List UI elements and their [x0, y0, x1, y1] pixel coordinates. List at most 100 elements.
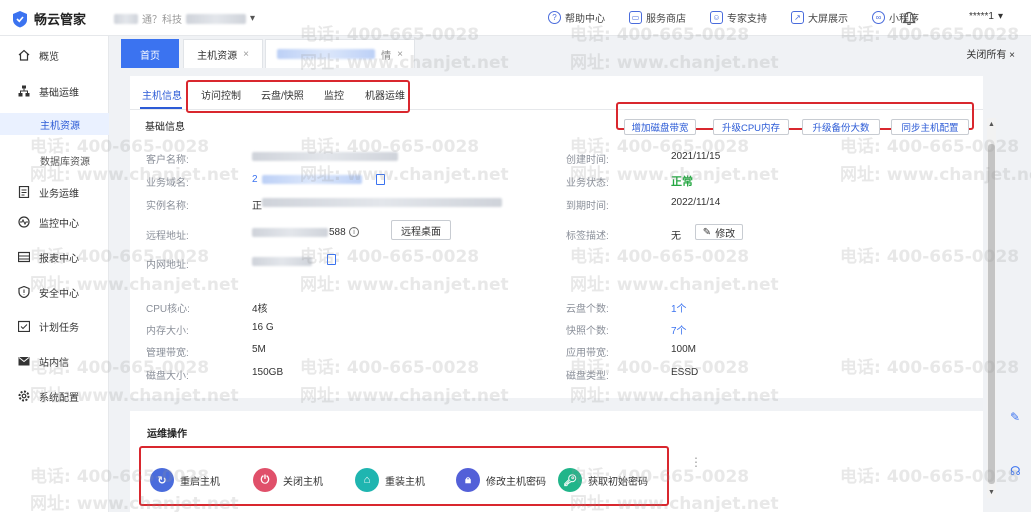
field-label: 内网地址: [146, 260, 189, 271]
more-icon[interactable]: ⋮ [690, 456, 702, 468]
tab-label: 首页 [140, 50, 160, 62]
sidebar-item-label: 站内信 [39, 357, 69, 369]
feedback-edit-icon[interactable]: ✎ [1010, 410, 1024, 424]
field-label: 磁盘类型: [566, 371, 609, 382]
close-icon: × [1009, 50, 1015, 61]
chevron-down-icon: ▾ [250, 13, 256, 24]
sidebar-item-basic-ops[interactable]: 基础运维 [0, 80, 109, 102]
op-label: 重装主机 [385, 476, 425, 488]
sidebar-item-reports[interactable]: 报表中心 [0, 246, 109, 268]
field-label: 创建时间: [566, 155, 609, 166]
scroll-down-icon[interactable]: ▼ [987, 489, 996, 496]
miniprogram-icon: ∞ [872, 11, 885, 24]
sidebar-subitem-db-resources[interactable]: 数据库资源 [0, 149, 109, 171]
edit-tags-button[interactable]: ✎ 修改 [695, 224, 743, 240]
subtab-host-info[interactable]: 主机信息 [142, 87, 182, 102]
change-password-button[interactable]: 🔒︎ 修改主机密码 [456, 468, 546, 492]
headset-icon[interactable]: ☊ [1010, 464, 1024, 478]
user-menu[interactable]: *****1 ▾ [969, 11, 1003, 22]
tab-home[interactable]: 首页 [121, 39, 179, 68]
section-title-basic-info: 基础信息 [145, 122, 185, 133]
store-icon: ▭ [629, 11, 642, 24]
sidebar-item-security[interactable]: 安全中心 [0, 281, 109, 303]
top-nav: ? 帮助中心 ▭ 服务商店 ☺ 专家支持 ↗ 大屏展示 ∞ 小程序 [548, 10, 919, 25]
upgrade-backup-button[interactable]: 升级备份大数 [802, 119, 880, 135]
topnav-expert[interactable]: ☺ 专家支持 [710, 10, 767, 25]
app-logo[interactable]: 畅云管家 [12, 9, 86, 28]
section-title-operations: 运维操作 [147, 429, 187, 440]
sidebar-item-label: 报表中心 [39, 253, 79, 265]
sidebar-item-label: 业务运维 [39, 188, 79, 200]
server-icon [18, 85, 30, 97]
restart-host-button[interactable]: ↻ 重启主机 [150, 468, 220, 492]
op-label: 关闭主机 [283, 476, 323, 488]
field-label: 内存大小: [146, 326, 189, 337]
sidebar-item-monitor[interactable]: 监控中心 [0, 211, 109, 233]
copy-icon[interactable] [376, 174, 385, 185]
disk-count-value[interactable]: 1个 [671, 300, 687, 315]
topnav-label: 大屏展示 [808, 14, 848, 25]
page-tabs: 首页 主机资源 × 情 × 关闭所有 × [110, 36, 1031, 68]
copy-icon[interactable] [327, 254, 336, 265]
scroll-up-icon[interactable]: ▲ [987, 121, 996, 128]
op-label: 修改主机密码 [486, 476, 546, 488]
sync-host-config-button[interactable]: 同步主机配置 [891, 119, 969, 135]
remote-desktop-button[interactable]: 远程桌面 [391, 220, 451, 240]
bell-icon[interactable] [902, 11, 916, 26]
key-icon: 🔑︎ [558, 468, 582, 492]
app-title: 畅云管家 [34, 12, 87, 27]
close-all-label: 关闭所有 [966, 50, 1007, 61]
operations-panel: 运维操作 ↻ 重启主机 ⏻ 关闭主机 ⌂ 重装主机 🔒︎ 修改主机密码 🔑︎ 获… [130, 411, 983, 512]
mail-icon [18, 355, 30, 367]
sidebar-item-biz-ops[interactable]: 业务运维 [0, 181, 109, 203]
calendar-icon [18, 320, 30, 332]
created-time-value: 2021/11/15 [671, 151, 721, 162]
company-selector[interactable]: 通？科技 ▾ [114, 11, 255, 26]
topnav-label: 帮助中心 [565, 14, 605, 25]
sidebar-item-overview[interactable]: 概览 [0, 44, 109, 66]
field-label: 到期时间: [566, 201, 609, 212]
topnav-help[interactable]: ? 帮助中心 [548, 10, 605, 25]
cpu-cores-value: 4核 [252, 304, 268, 315]
business-domain-value[interactable]: 2 [252, 174, 258, 185]
info-icon[interactable]: i [349, 227, 359, 237]
sidebar-item-inbox[interactable]: 站内信 [0, 350, 109, 372]
expert-icon: ☺ [710, 11, 723, 24]
add-disk-bandwidth-button[interactable]: 增加磁盘带宽 [624, 119, 696, 135]
topnav-dashboard[interactable]: ↗ 大屏展示 [791, 10, 848, 25]
get-initial-password-button[interactable]: 🔑︎ 获取初始密码 [558, 468, 648, 492]
memory-size-value: 16 G [252, 322, 274, 333]
field-label: 云盘个数: [566, 304, 609, 315]
remote-address-value: 588 [329, 227, 346, 238]
highlight-box-subtabs [186, 80, 410, 113]
tab-host-resources[interactable]: 主机资源 × [183, 39, 263, 68]
company-name: 通？科技 [142, 15, 182, 26]
instance-name-value: 正 [252, 201, 262, 212]
upgrade-cpu-memory-button[interactable]: 升级CPU内存 [713, 119, 789, 135]
close-all-tabs[interactable]: 关闭所有 × [966, 46, 1015, 61]
shutdown-host-button[interactable]: ⏻ 关闭主机 [253, 468, 323, 492]
topnav-store[interactable]: ▭ 服务商店 [629, 10, 686, 25]
field-label: 磁盘大小: [146, 371, 189, 382]
reinstall-icon: ⌂ [355, 468, 379, 492]
snapshot-count-value[interactable]: 7个 [671, 322, 687, 337]
field-label: 实例名称: [146, 201, 189, 212]
close-icon[interactable]: × [397, 49, 403, 60]
reinstall-host-button[interactable]: ⌂ 重装主机 [355, 468, 425, 492]
gear-icon [18, 390, 30, 402]
sidebar-item-scheduled-tasks[interactable]: 计划任务 [0, 315, 109, 337]
host-info-panel: 主机信息 访问控制 云盘/快照 监控 机器运维 基础信息 增加磁盘带宽 升级CP… [130, 76, 983, 398]
close-icon[interactable]: × [243, 49, 249, 60]
scrollbar-thumb[interactable] [988, 144, 995, 484]
tab-label: 情 [381, 50, 392, 62]
op-label: 获取初始密码 [588, 476, 648, 488]
sidebar-subitem-host-resources[interactable]: 主机资源 [0, 113, 109, 135]
disk-size-value: 150GB [252, 367, 284, 378]
tab-host-detail[interactable]: 情 × [265, 39, 415, 68]
sidebar-item-label: 基础运维 [39, 87, 79, 99]
field-label: 标签描述: [566, 231, 609, 242]
disk-type-value: ESSD [671, 367, 699, 378]
tags-value: 无 [671, 231, 681, 242]
sidebar-item-system-config[interactable]: 系统配置 [0, 385, 109, 407]
remote-address-blurred [252, 228, 328, 237]
